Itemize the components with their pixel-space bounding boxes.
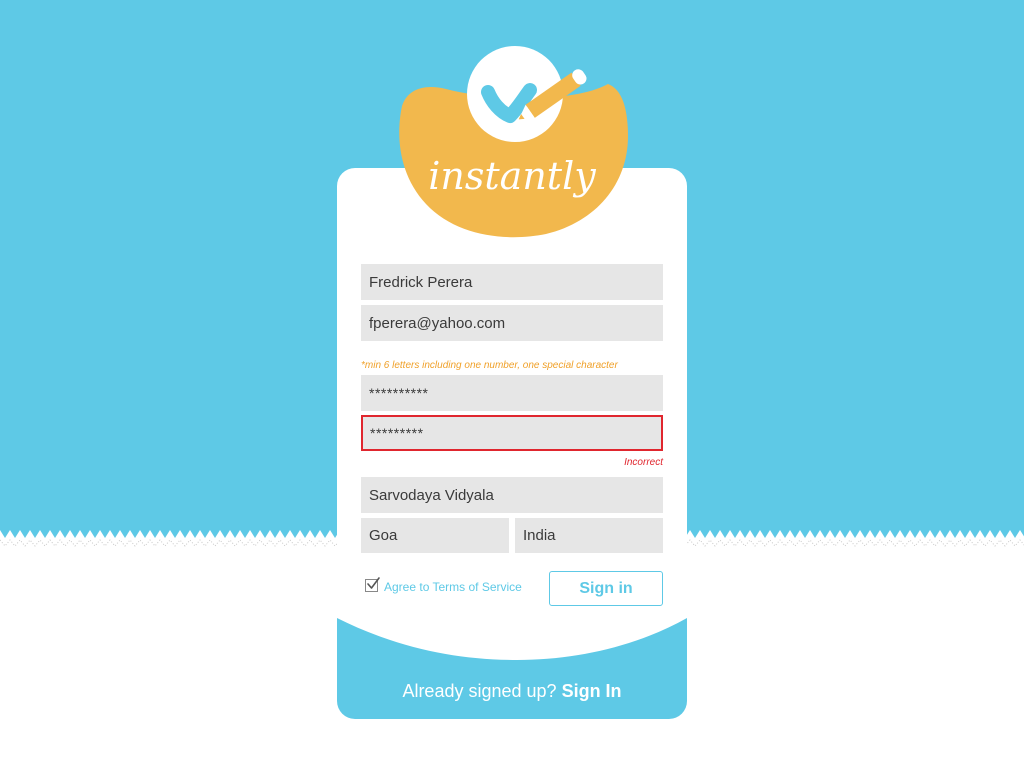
footer-sign-in-link[interactable]: Sign In bbox=[562, 681, 622, 701]
agree-checkbox[interactable] bbox=[365, 577, 380, 592]
agree-terms-label[interactable]: Agree to Terms of Service bbox=[384, 580, 522, 594]
school-field[interactable]: Sarvodaya Vidyala bbox=[361, 477, 663, 513]
confirm-password-field[interactable]: ********* bbox=[361, 415, 663, 451]
sign-in-button[interactable]: Sign in bbox=[549, 571, 663, 606]
card-footer-wave bbox=[337, 618, 687, 719]
confirm-password-error: Incorrect bbox=[624, 457, 663, 468]
instantly-logo: instantly bbox=[399, 46, 628, 238]
email-field[interactable]: fperera@yahoo.com bbox=[361, 305, 663, 341]
country-field[interactable]: India bbox=[515, 518, 663, 553]
already-signed-up: Already signed up? Sign In bbox=[337, 680, 687, 702]
svg-text:instantly: instantly bbox=[428, 154, 596, 198]
state-field[interactable]: Goa bbox=[361, 518, 509, 553]
password-field[interactable]: ********** bbox=[361, 375, 663, 411]
password-hint: *min 6 letters including one number, one… bbox=[361, 360, 618, 371]
name-field[interactable]: Fredrick Perera bbox=[361, 264, 663, 300]
footer-prompt: Already signed up? bbox=[402, 681, 557, 701]
checkmark-icon bbox=[367, 577, 380, 589]
